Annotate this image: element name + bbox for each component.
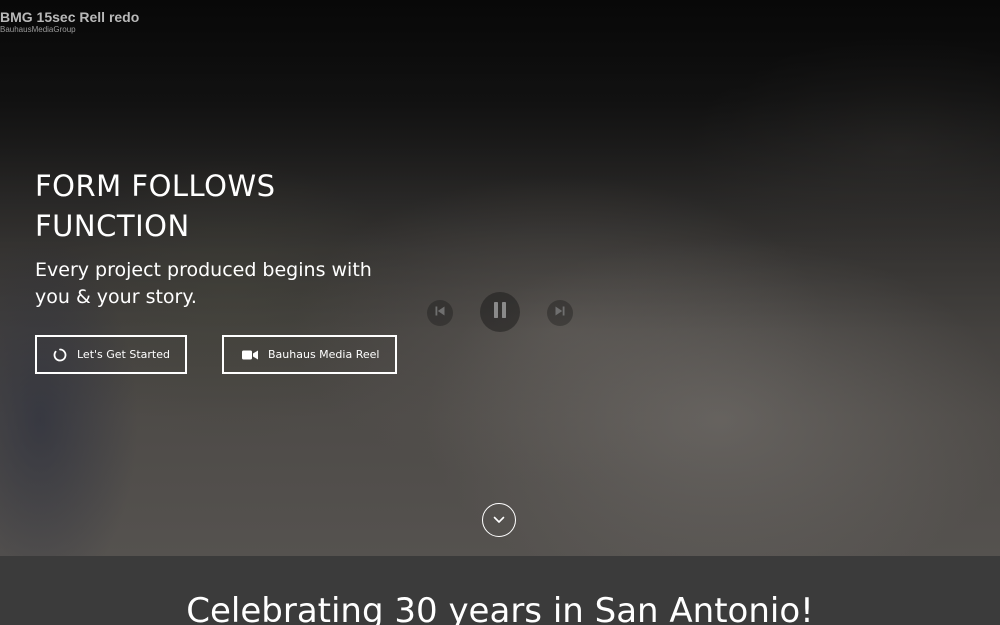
pause-button[interactable]	[480, 292, 520, 332]
video-player-controls	[0, 0, 1000, 556]
scroll-down-button[interactable]	[482, 503, 516, 537]
skip-next-icon	[554, 304, 566, 322]
celebration-section: Celebrating 30 years in San Antonio!	[0, 556, 1000, 625]
pause-icon	[492, 301, 508, 324]
next-video-button[interactable]	[547, 300, 573, 326]
page: BMG 15sec Rell redo BauhausMediaGroup FO…	[0, 0, 1000, 625]
previous-video-button[interactable]	[427, 300, 453, 326]
chevron-down-icon	[493, 511, 505, 529]
hero-video-background: BMG 15sec Rell redo BauhausMediaGroup FO…	[0, 0, 1000, 556]
skip-previous-icon	[434, 304, 446, 322]
section-title: Celebrating 30 years in San Antonio!	[186, 591, 814, 625]
